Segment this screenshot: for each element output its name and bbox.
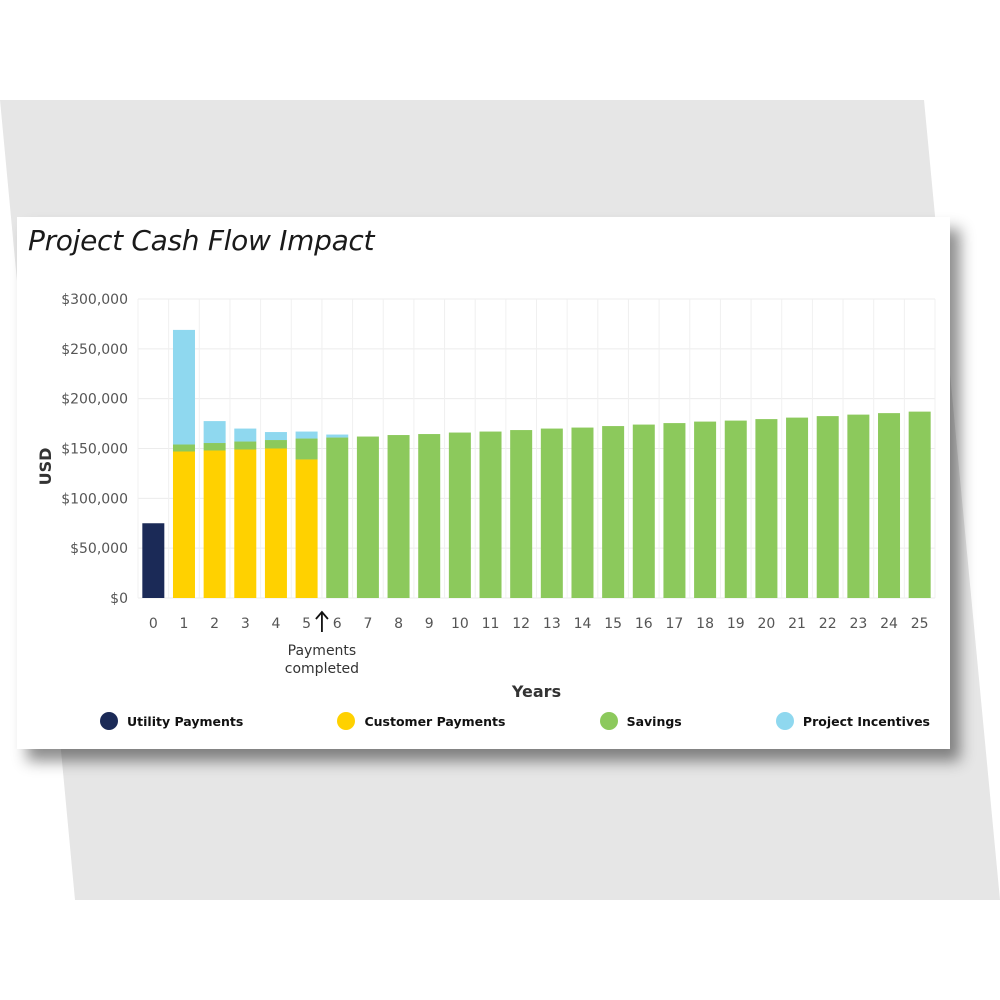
bar-customer-payments [203,450,226,598]
y-tick-label: $150,000 [61,442,128,458]
x-tick-label: 0 [149,616,158,632]
x-tick-label: 14 [574,616,592,632]
bar-savings [540,428,563,598]
legend-swatch [100,712,118,730]
x-tick-label: 4 [271,616,280,632]
bar-customer-payments [172,451,195,598]
x-tick-label: 18 [696,616,714,632]
bar-savings [663,423,686,598]
bar-savings [172,444,195,452]
bar-savings [387,435,410,598]
chart-legend: Utility Payments Customer Payments Savings… [100,709,930,733]
legend-label: Project Incentives [802,713,930,729]
y-tick-label: $0 [110,591,128,607]
legend-swatch [337,712,356,730]
x-tick-label: 11 [482,616,500,632]
bar-savings [203,443,226,451]
bar-savings [356,436,379,598]
y-tick-label: $200,000 [61,392,128,408]
y-axis-title: USD [36,448,55,486]
bar-savings [632,424,655,598]
x-tick-label: 9 [425,616,434,632]
x-tick-label: 17 [666,616,684,632]
bar-savings [448,432,471,598]
legend-item: Project Incentives [775,712,930,730]
bar-utility-payments [142,523,165,598]
bar-savings [786,417,809,598]
bar-chart: $0 $50,000 $100,000 $150,000 $200,000 $250,00… [36,292,936,701]
y-tick-label: $100,000 [61,491,128,507]
legend-label: Utility Payments [127,713,244,729]
bar-savings [418,434,441,598]
bar-savings [510,430,533,598]
x-tick-label: 16 [635,616,653,632]
x-tick-label: 2 [210,616,219,632]
bar-savings [694,421,717,598]
legend-label: Customer Payments [364,713,506,729]
legend-swatch [775,712,794,730]
bar-savings [847,414,870,598]
bar-project-incentives [172,329,195,445]
x-tick-label: 15 [604,616,622,632]
bar-savings [479,431,502,598]
x-tick-label: 7 [363,616,372,632]
x-tick-label: 23 [849,616,867,632]
legend-label: Savings [626,713,682,729]
x-tick-label: 24 [880,616,898,632]
bar-savings [571,427,594,598]
bar-project-incentives [326,434,349,438]
legend-item: Utility Payments [100,712,243,730]
x-tick-label: 8 [394,616,403,632]
x-tick-label: 20 [757,616,775,632]
bar-savings [295,438,318,460]
y-tick-label: $300,000 [61,292,128,308]
bar-savings [602,426,625,598]
annotation-text: Payments [288,643,357,659]
bar-savings [234,441,257,450]
bar-customer-payments [264,448,287,598]
x-axis-title: Years [511,682,561,701]
legend-item: Customer Payments [337,712,505,730]
bar-savings [326,437,349,598]
x-tick-label: 6 [333,616,342,632]
x-tick-label: 25 [911,616,929,632]
legend-item: Savings [599,712,682,730]
bar-project-incentives [234,428,257,442]
bar-savings [816,416,839,598]
annotation-text: completed [285,661,359,677]
bar-savings [878,413,901,598]
bar-project-incentives [295,431,318,439]
bar-project-incentives [203,421,226,444]
y-tick-label: $50,000 [70,541,128,557]
y-tick-label: $250,000 [61,342,128,358]
x-tick-label: 5 [302,616,311,632]
x-tick-label: 22 [819,616,837,632]
bar-savings [755,419,778,598]
x-tick-label: 10 [451,616,469,632]
x-tick-label: 3 [241,616,250,632]
bar-customer-payments [234,449,257,598]
bar-savings [264,440,287,449]
bar-savings [908,411,931,598]
x-tick-label: 19 [727,616,745,632]
x-tick-label: 13 [543,616,561,632]
x-tick-label: 1 [180,616,189,632]
x-tick-label: 21 [788,616,806,632]
legend-swatch [599,712,618,730]
bar-project-incentives [264,432,287,441]
bar-customer-payments [295,459,318,598]
bar-savings [724,420,747,598]
x-tick-label: 12 [512,616,530,632]
